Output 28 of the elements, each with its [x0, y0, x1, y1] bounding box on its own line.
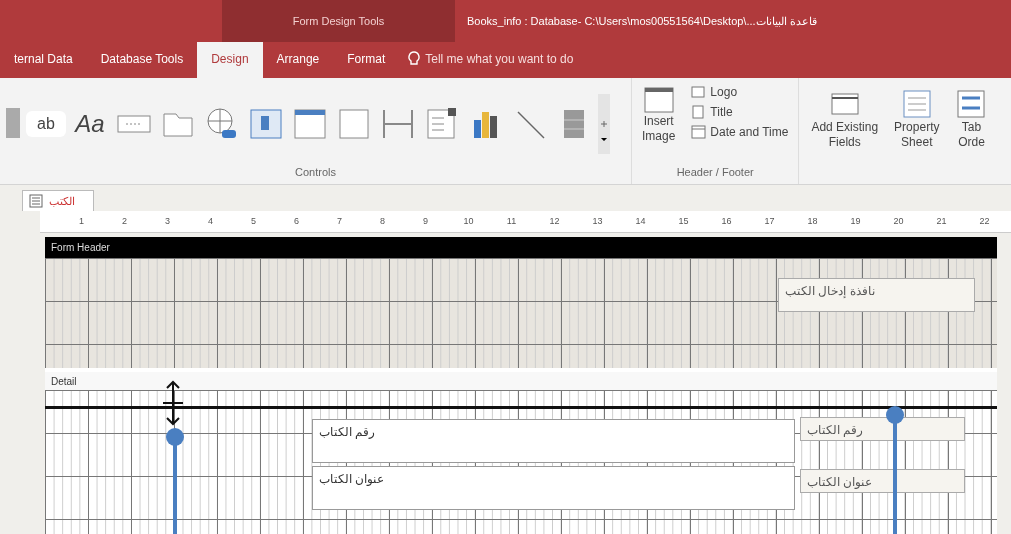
text-box-tool[interactable]: ab	[26, 111, 66, 137]
document-tab[interactable]: الكتب	[22, 189, 94, 211]
ribbon-tool-button[interactable]: Add Existing Fields	[807, 86, 883, 184]
header-item-button[interactable]: Date and Time	[687, 122, 793, 142]
form-label[interactable]: رقم الكتاب	[800, 417, 965, 441]
group-label: Controls	[294, 164, 337, 180]
ribbon-tool-button[interactable]: Property Sheet	[890, 86, 944, 184]
section-bar[interactable]: Detail	[45, 372, 997, 390]
ribbon-tab[interactable]: Format	[333, 42, 400, 78]
ruler: 1 2 3 4 5 6 7 8 9 10 11 12 13 14 15 16 17 18 19 20 21 22	[40, 211, 1011, 233]
form-label[interactable]: عنوان الكتاب	[800, 469, 965, 493]
label-tool[interactable]: Aa	[70, 104, 110, 144]
header-item-button[interactable]: Title	[687, 102, 793, 122]
header-item-button[interactable]: Logo	[687, 82, 793, 102]
ribbon-tab[interactable]: Arrange	[262, 42, 334, 78]
form-label[interactable]: نافذة إدخال الكتب	[778, 278, 975, 312]
form-text-box[interactable]: عنوان الكتاب	[312, 466, 795, 510]
ribbon-tool-button[interactable]: Tab Orde	[951, 86, 992, 184]
group-label: Header / Footer	[675, 164, 755, 180]
section-bar[interactable]: Form Header	[45, 237, 997, 258]
form-text-box[interactable]: رقم الكتاب	[312, 419, 795, 463]
insert-image-button[interactable]: Insert Image	[638, 82, 680, 146]
ribbon-tab[interactable]: ternal Data	[0, 42, 87, 78]
context-title: Form Design Tools	[222, 0, 455, 42]
tell-me-field[interactable]: Tell me what you want to do	[421, 42, 642, 78]
ribbon-tab[interactable]: Design	[197, 42, 263, 78]
window-title: Books_info : Database- C:\Users\mos00551564\Desktop\...قاعدة البيانات	[466, 13, 817, 29]
ribbon-tab[interactable]: Database Tools	[86, 42, 198, 78]
